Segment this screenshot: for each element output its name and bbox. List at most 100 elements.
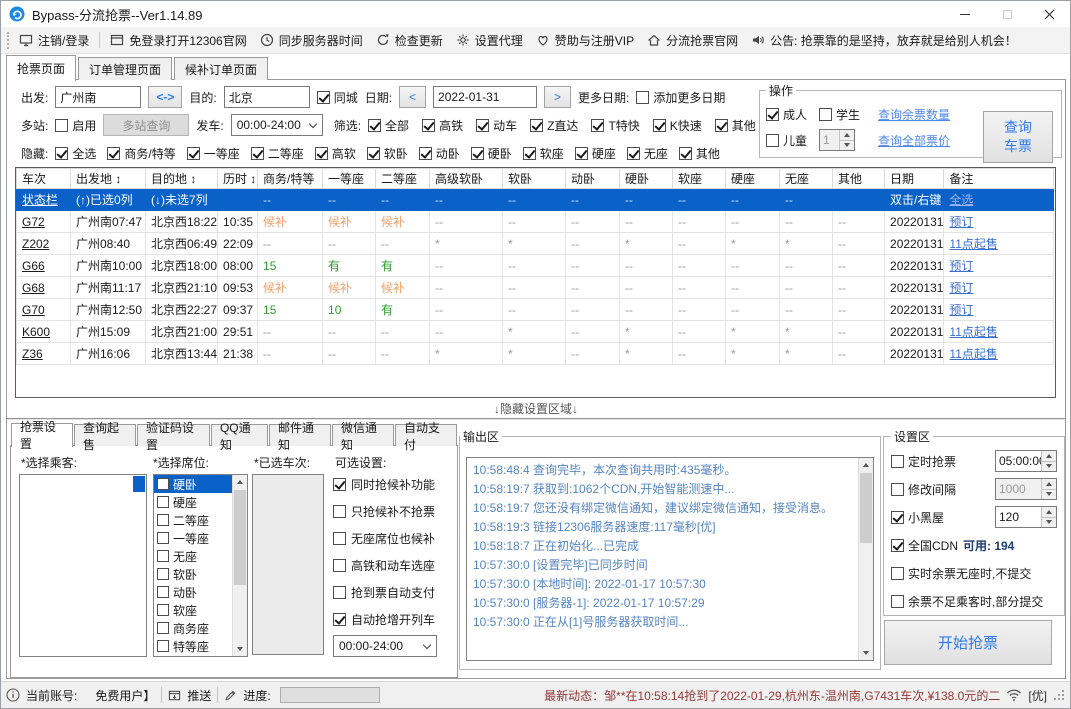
grab-time-range-select[interactable]: 00:00-24:00 [333, 635, 437, 657]
grab-option-0[interactable]: 同时抢候补功能 [333, 474, 435, 494]
scroll-up-icon[interactable] [233, 475, 247, 489]
start-grab-button[interactable]: 开始抢票 [884, 620, 1052, 665]
seat-option-7[interactable]: 软座 [154, 601, 232, 619]
train-type-checkbox-6[interactable]: 其他 [714, 117, 756, 134]
multi-station-query-button[interactable]: 多站查询 [103, 114, 190, 136]
seat-option-5[interactable]: 软卧 [154, 565, 232, 583]
train-row[interactable]: Z202 广州08:40 北京西06:49 22:09 -- -- -- * * -- * -- * * -… [16, 232, 1055, 255]
train-row[interactable]: G72 广州南07:47 北京西18:22 10:35 候补 候补 候补 -- -- -- -- --… [16, 210, 1055, 233]
booking-link[interactable]: 11点起售 [949, 237, 997, 251]
toolbar-open-12306[interactable]: 免登录打开12306官网 [110, 32, 247, 49]
column-header[interactable]: 软座 [672, 168, 727, 189]
spinner-down-icon[interactable] [1042, 488, 1056, 499]
hide-column-checkbox-6[interactable]: 动卧 [418, 145, 460, 162]
train-link[interactable]: G66 [22, 259, 45, 273]
minimize-button[interactable] [944, 1, 986, 27]
column-header[interactable]: 历时 ↕ [217, 168, 259, 189]
spinner-up-icon[interactable] [840, 130, 855, 140]
tab-order-page[interactable]: 订单管理页面 [78, 57, 173, 80]
train-link[interactable]: G72 [22, 215, 45, 229]
scroll-down-icon[interactable] [233, 642, 247, 656]
train-row[interactable]: G66 广州南10:00 北京西18:00 08:00 15 有有 -- -- -- -- -- --… [16, 254, 1055, 277]
train-link[interactable]: G68 [22, 281, 45, 295]
depart-time-select[interactable]: 00:00-24:00 [230, 114, 323, 136]
query-all-prices-link[interactable]: 查询全部票价 [878, 132, 950, 149]
column-header[interactable]: 硬座 [725, 168, 781, 189]
from-input[interactable] [55, 86, 142, 108]
selected-trains-listbox[interactable] [252, 474, 324, 655]
train-row[interactable]: K600 广州15:09 北京西21:00 29:51 -- -- -- -- * -- * -- * *… [16, 320, 1055, 343]
config-spinner-2[interactable]: 120 [995, 506, 1057, 528]
maximize-button[interactable] [986, 1, 1028, 27]
train-link[interactable]: Z36 [22, 347, 43, 361]
booking-link[interactable]: 预订 [949, 303, 973, 317]
seat-option-9[interactable]: 特等座 [154, 637, 232, 655]
booking-link[interactable]: 预订 [949, 259, 973, 273]
hide-column-checkbox-4[interactable]: 高软 [314, 145, 356, 162]
hide-column-checkbox-2[interactable]: 一等座 [186, 145, 240, 162]
query-tickets-button[interactable]: 查询 车票 [983, 111, 1053, 163]
booking-link[interactable]: 预订 [949, 281, 973, 295]
toolbar-official-site[interactable]: 分流抢票官网 [647, 32, 738, 49]
settings-tab-2[interactable]: 验证码设置 [136, 421, 210, 452]
hide-column-checkbox-8[interactable]: 软座 [522, 145, 564, 162]
spinner-up-icon[interactable] [1042, 507, 1056, 517]
toolbar-vip[interactable]: 赞助与注册VIP [536, 32, 634, 49]
hide-settings-divider[interactable]: ↓隐藏设置区域↓ [7, 398, 1065, 420]
config-checkbox-5[interactable]: 余票不足乘客时,部分提交 [891, 593, 1043, 610]
seat-option-1[interactable]: 硬座 [154, 493, 232, 511]
status-row[interactable]: 状态栏 (↑)已选0列 (↓)未选7列 -- -- -- -- -- -- -- -- -- -- 双击/… [16, 188, 1055, 211]
grab-option-4[interactable]: 抢到票自动支付 [333, 582, 435, 602]
grab-option-3[interactable]: 高铁和动车选座 [333, 555, 435, 575]
seat-option-0[interactable]: 硬卧 [154, 475, 232, 493]
hide-column-checkbox-9[interactable]: 硬座 [574, 145, 616, 162]
hide-column-checkbox-7[interactable]: 硬卧 [470, 145, 512, 162]
spinner-up-icon[interactable] [1042, 479, 1056, 489]
to-input[interactable] [223, 86, 310, 108]
settings-tab-1[interactable]: 查询起售 [73, 421, 136, 452]
child-checkbox[interactable]: 儿童 [766, 132, 807, 149]
seat-option-8[interactable]: 商务座 [154, 619, 232, 637]
grab-option-5[interactable]: 自动抢增开列车 [333, 609, 435, 629]
column-header[interactable]: 其他 [832, 168, 886, 189]
settings-tab-3[interactable]: QQ通知 [210, 421, 269, 452]
resize-grip-icon[interactable] [1053, 689, 1065, 701]
toolbar-grip[interactable] [7, 31, 10, 49]
settings-tab-0[interactable]: 抢票设置 [11, 420, 73, 451]
train-link[interactable]: K600 [22, 325, 50, 339]
settings-tab-6[interactable]: 自动支付 [395, 421, 457, 452]
hide-column-checkbox-1[interactable]: 商务/特等 [107, 145, 176, 162]
spinner-down-icon[interactable] [840, 139, 855, 150]
add-more-dates-checkbox[interactable]: 添加更多日期 [636, 89, 725, 106]
output-log[interactable]: 10:58:48:4 查询完毕，本次查询共用时:435毫秒。 10:58:19:7… [466, 457, 874, 661]
train-type-checkbox-2[interactable]: 动车 [476, 117, 517, 134]
train-row[interactable]: G70 广州南12:50 北京西22:27 09:37 15 10 有 -- -- -- -- -- -… [16, 298, 1055, 321]
scrollbar-thumb[interactable] [860, 473, 872, 543]
next-date-button[interactable]: > [544, 86, 572, 108]
config-checkbox-1[interactable]: 修改间隔 [891, 481, 956, 498]
column-header[interactable]: 商务/特等 [257, 168, 324, 189]
column-header[interactable]: 软卧 [502, 168, 567, 189]
column-header[interactable]: 目的地 ↕ [144, 168, 219, 189]
booking-link[interactable]: 11点起售 [949, 325, 997, 339]
train-link[interactable]: Z202 [22, 237, 49, 251]
prev-date-button[interactable]: < [399, 86, 427, 108]
toolbar-set-proxy[interactable]: 设置代理 [456, 32, 523, 49]
config-spinner-0[interactable]: 05:00:00 [995, 450, 1057, 472]
column-header[interactable]: 硬卧 [619, 168, 674, 189]
column-header[interactable]: 二等座 [375, 168, 431, 189]
seat-option-4[interactable]: 无座 [154, 547, 232, 565]
date-input[interactable] [433, 86, 538, 108]
toolbar-check-update[interactable]: 检查更新 [376, 32, 443, 49]
train-type-checkbox-1[interactable]: 高铁 [422, 117, 463, 134]
column-header[interactable]: 出发地 ↕ [70, 168, 146, 189]
hide-column-checkbox-5[interactable]: 软卧 [366, 145, 408, 162]
query-remaining-link[interactable]: 查询余票数量 [878, 106, 950, 123]
grab-option-2[interactable]: 无座席位也候补 [333, 528, 435, 548]
adult-checkbox[interactable]: 成人 [766, 106, 807, 123]
student-checkbox[interactable]: 学生 [819, 106, 860, 123]
output-scrollbar[interactable] [858, 458, 873, 660]
booking-link[interactable]: 全选 [949, 193, 973, 207]
train-row[interactable]: G68 广州南11:17 北京西21:10 09:53 候补 候补 候补 -- -- -- -- --… [16, 276, 1055, 299]
train-type-checkbox-3[interactable]: Z直达 [530, 117, 578, 134]
